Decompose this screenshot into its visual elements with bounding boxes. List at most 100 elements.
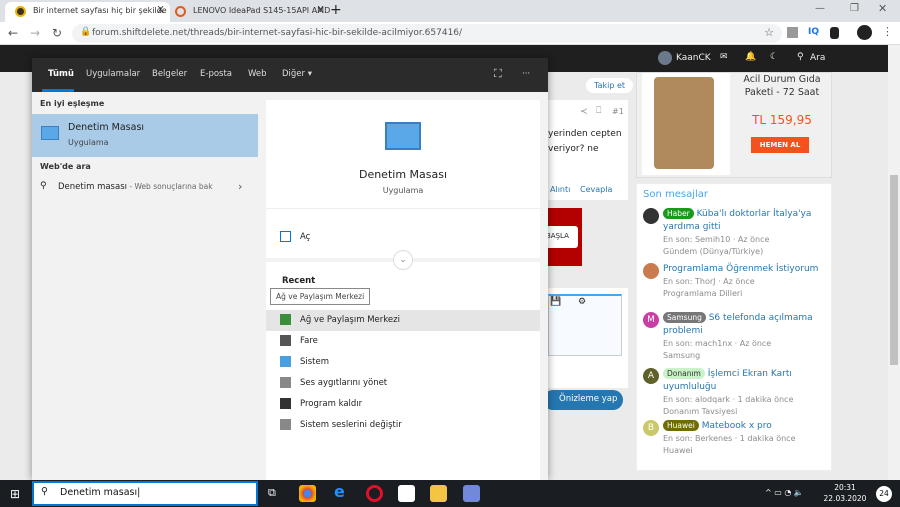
bell-icon[interactable]: 🔔 bbox=[745, 52, 756, 62]
quote-link[interactable]: Alıntı bbox=[550, 185, 570, 194]
feedback-icon[interactable]: ⛶ bbox=[494, 67, 502, 81]
post-card: ≺ ⎕ #1 yerinden cepten veriyor? ne Alınt… bbox=[548, 100, 628, 200]
open-icon bbox=[280, 231, 291, 242]
thread-forum[interactable]: Samsung bbox=[663, 350, 831, 362]
close-tab-icon[interactable]: X bbox=[317, 5, 324, 16]
extension-icon[interactable] bbox=[830, 27, 839, 39]
buy-now-button[interactable]: HEMEN AL bbox=[751, 137, 809, 153]
best-match-result[interactable]: Denetim Masası Uygulama bbox=[32, 114, 258, 157]
search-link[interactable]: Ara bbox=[810, 53, 825, 63]
extension-icon[interactable] bbox=[787, 27, 798, 38]
clock-time[interactable]: 20:31 bbox=[820, 483, 870, 492]
windows-start-icon[interactable]: ⊞ bbox=[10, 487, 20, 501]
maximize-button[interactable]: ❐ bbox=[850, 3, 859, 14]
preview-button[interactable]: Önizleme yap bbox=[543, 390, 623, 410]
mail-icon[interactable]: ✉ bbox=[720, 52, 728, 62]
chrome-icon[interactable] bbox=[299, 485, 316, 502]
avatar[interactable]: A bbox=[643, 368, 659, 384]
recent-item[interactable]: Sistem bbox=[266, 352, 540, 373]
recent-item[interactable]: Ses aygıtlarını yönet bbox=[266, 373, 540, 394]
forward-button[interactable]: → bbox=[30, 26, 40, 40]
tab-title: LENOVO IdeaPad S145-15API AMD bbox=[193, 6, 330, 15]
recent-item-icon bbox=[280, 335, 291, 346]
web-search-result[interactable]: ⚲ Denetim masası - Web sonuçlarına bak › bbox=[32, 178, 258, 198]
settings-gear-icon[interactable]: ⚙ bbox=[578, 297, 586, 307]
username-link[interactable]: KaanCK bbox=[676, 53, 711, 63]
thread-forum[interactable]: Gündem (Dünya/Türkiye) bbox=[663, 246, 831, 258]
store-icon[interactable] bbox=[398, 485, 415, 502]
thread-forum[interactable]: Programlama Dilleri bbox=[663, 288, 831, 300]
save-draft-icon[interactable]: 💾 bbox=[550, 297, 561, 307]
browser-tab[interactable]: LENOVO IdeaPad S145-15API AMD X bbox=[165, 2, 330, 22]
detail-type: Uygulama bbox=[382, 186, 424, 195]
avatar[interactable]: B bbox=[643, 420, 659, 436]
tab-web[interactable]: Web bbox=[248, 69, 267, 79]
avatar[interactable] bbox=[643, 263, 659, 279]
thread-title-link[interactable]: Programlama Öğrenmek İstiyorum bbox=[663, 264, 818, 274]
open-action[interactable]: Aç bbox=[266, 227, 540, 248]
tab-all[interactable]: Tümü bbox=[48, 69, 74, 79]
minimize-button[interactable]: — bbox=[815, 3, 825, 14]
browser-tab-active[interactable]: Bir internet sayfası hiç bir şekilde X bbox=[5, 2, 170, 22]
bookmark-icon[interactable]: ⎕ bbox=[596, 106, 601, 116]
recent-heading: Recent bbox=[282, 276, 316, 286]
recent-item[interactable]: Fare bbox=[266, 331, 540, 352]
tab-apps[interactable]: Uygulamalar bbox=[86, 69, 140, 79]
recent-message-item[interactable]: B Huawei Matebook x pro En son: Berkenes ·… bbox=[643, 420, 831, 457]
tab-more[interactable]: Diğer ▾ bbox=[282, 69, 312, 79]
edge-icon[interactable]: e bbox=[334, 482, 345, 501]
tab-email[interactable]: E-posta bbox=[200, 69, 232, 79]
reload-button[interactable]: ↻ bbox=[52, 26, 62, 40]
tray-icons[interactable]: ^ ▭ ◔ 🔈 bbox=[765, 488, 804, 497]
clock-date[interactable]: 22.03.2020 bbox=[820, 494, 870, 503]
recent-item-icon bbox=[280, 314, 291, 325]
ad-banner[interactable]: BAŞLA bbox=[546, 208, 582, 266]
new-tab-button[interactable]: + bbox=[330, 2, 342, 18]
recent-message-item[interactable]: Haber Küba'lı doktorlar İtalya'ya yardım… bbox=[643, 208, 831, 258]
recent-item-label: Ses aygıtlarını yönet bbox=[300, 378, 388, 388]
discord-icon[interactable] bbox=[463, 485, 480, 502]
search-icon[interactable]: ⚲ bbox=[797, 52, 804, 62]
tab-documents[interactable]: Belgeler bbox=[152, 69, 187, 79]
taskbar-search-input[interactable]: ⚲ Denetim masası| bbox=[32, 481, 258, 506]
user-avatar[interactable] bbox=[658, 51, 672, 65]
recent-message-item[interactable]: Programlama Öğrenmek İstiyorum En son: Th… bbox=[643, 263, 831, 300]
ad-button[interactable]: BAŞLA bbox=[546, 226, 578, 248]
close-window-button[interactable]: ✕ bbox=[878, 2, 887, 15]
thread-forum[interactable]: Huawei bbox=[663, 445, 831, 457]
start-search-panel: Tümü Uygulamalar Belgeler E-posta Web Di… bbox=[32, 58, 548, 480]
url-input[interactable]: 🔒 forum.shiftdelete.net/threads/bir-inter… bbox=[72, 24, 782, 43]
task-view-icon[interactable]: ⧉ bbox=[268, 486, 276, 500]
more-options-button[interactable]: ··· bbox=[522, 69, 530, 79]
iq-extension-icon[interactable]: IQ bbox=[808, 27, 819, 37]
post-text: yerinden cepten bbox=[548, 129, 622, 139]
notification-center-badge[interactable]: 24 bbox=[876, 486, 892, 502]
follow-button[interactable]: Takip et bbox=[586, 78, 633, 93]
profile-avatar[interactable] bbox=[857, 25, 872, 40]
moon-icon[interactable]: ☾ bbox=[770, 52, 778, 62]
thread-meta: En son: Semih10 · Az önce bbox=[663, 235, 770, 244]
file-explorer-icon[interactable] bbox=[430, 485, 447, 502]
recent-message-item[interactable]: M Samsung S6 telefonda açılmama problemi E… bbox=[643, 312, 831, 362]
expand-chevron-button[interactable]: ⌄ bbox=[393, 250, 413, 270]
reply-link[interactable]: Cevapla bbox=[580, 185, 612, 194]
ad-card[interactable]: Acil Durum Gıda Paketi - 72 Saat TL 159,… bbox=[636, 72, 832, 178]
tab-title: Bir internet sayfası hiç bir şekilde bbox=[33, 6, 167, 15]
bookmark-star-icon[interactable]: ☆ bbox=[764, 26, 774, 39]
close-tab-icon[interactable]: X bbox=[157, 5, 164, 16]
recent-item[interactable]: Sistem seslerini değiştir bbox=[266, 415, 540, 436]
post-number[interactable]: #1 bbox=[612, 107, 624, 116]
opera-icon[interactable] bbox=[366, 485, 383, 502]
recent-item[interactable]: Ağ ve Paylaşım Merkezi bbox=[266, 310, 540, 331]
share-icon[interactable]: ≺ bbox=[580, 107, 588, 117]
avatar[interactable]: M bbox=[643, 312, 659, 328]
back-button[interactable]: ← bbox=[8, 26, 18, 40]
recent-item[interactable]: Program kaldır bbox=[266, 394, 540, 415]
thread-title-link[interactable]: Matebook x pro bbox=[702, 421, 772, 431]
recent-message-item[interactable]: A Donanım İşlemci Ekran Kartı uyumluluğu E… bbox=[643, 368, 831, 418]
page-scrollbar[interactable] bbox=[888, 45, 900, 480]
avatar[interactable] bbox=[643, 208, 659, 224]
thread-meta: En son: mach1nx · Az önce bbox=[663, 339, 772, 348]
menu-icon[interactable]: ⋮ bbox=[882, 25, 893, 38]
thread-forum[interactable]: Donanım Tavsiyesi bbox=[663, 406, 831, 418]
